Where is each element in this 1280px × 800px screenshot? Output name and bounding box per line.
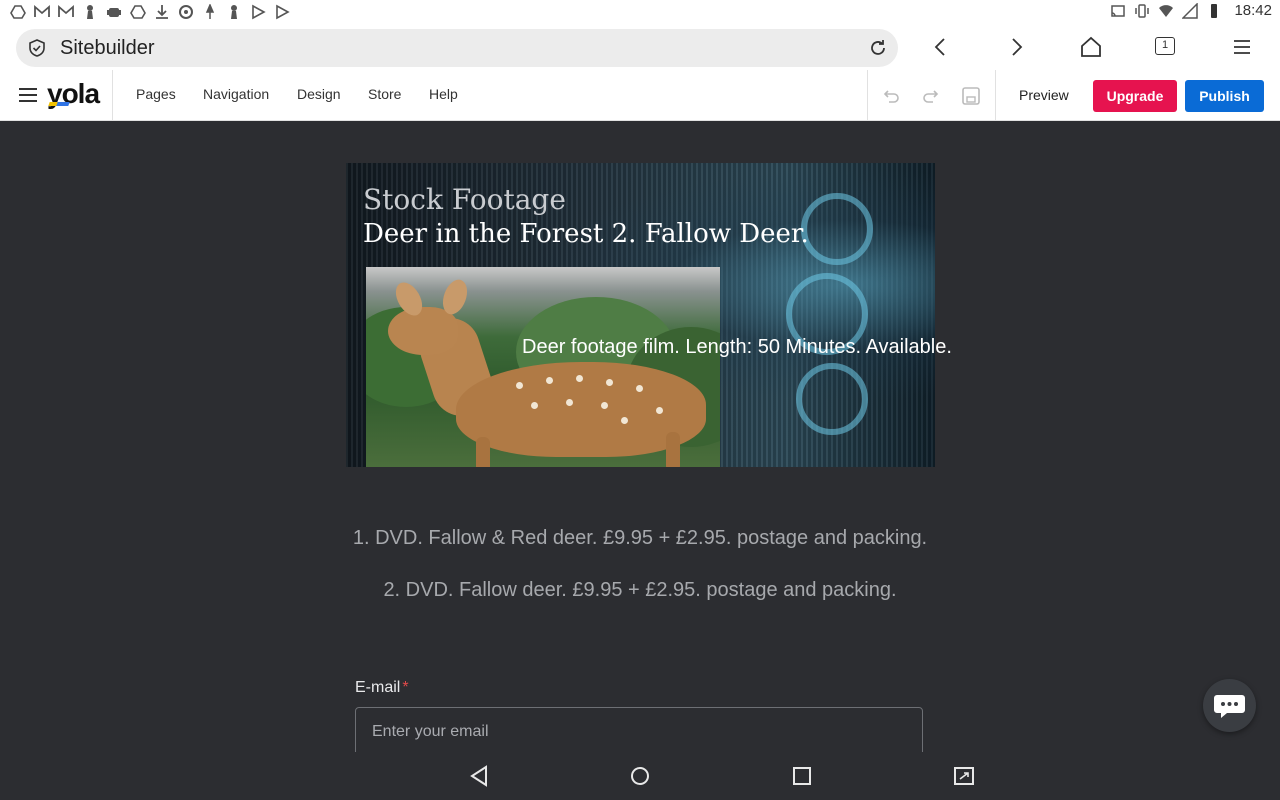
email-field[interactable] (355, 707, 923, 757)
tab-switcher-button[interactable]: 1 (1155, 37, 1175, 55)
browser-toolbar: Sitebuilder 1 (0, 24, 1280, 70)
drive-icon (10, 5, 26, 19)
banner-subtitle: Deer in the Forest 2. Fallow Deer. (363, 219, 809, 249)
banner-decoration (801, 193, 873, 265)
signal-icon (1182, 2, 1199, 19)
back-nav-icon[interactable] (468, 764, 490, 788)
deer-spot (566, 399, 573, 406)
address-bar[interactable]: Sitebuilder (16, 29, 898, 67)
deer-head (388, 307, 458, 355)
email-label-text: E-mail (355, 679, 401, 696)
status-bar: 18:42 (0, 0, 1280, 24)
system-nav-bar (0, 752, 1280, 800)
drive-icon (130, 5, 146, 19)
chess-pawn-icon (231, 5, 237, 19)
banner-title: Stock Footage (363, 183, 566, 216)
home-nav-icon[interactable] (629, 764, 651, 788)
chat-button[interactable] (1203, 679, 1256, 732)
shield-icon (29, 39, 45, 57)
banner-decoration (796, 363, 868, 435)
divider (867, 70, 868, 120)
menu-help[interactable]: Help (429, 86, 458, 102)
battery-icon (1211, 3, 1218, 18)
deer-spot (606, 379, 613, 386)
screen-rotate-icon[interactable] (953, 764, 975, 788)
notification-icons (10, 4, 290, 20)
required-marker: * (402, 679, 409, 696)
product-line-1: 1. DVD. Fallow & Red deer. £9.95 + £2.95… (352, 527, 928, 549)
download-icon (156, 5, 168, 19)
banner-caption: Deer footage film. Length: 50 Minutes. A… (522, 336, 952, 358)
logo-accent (56, 102, 70, 106)
product-line-2: 2. DVD. Fallow deer. £9.95 + £2.95. post… (383, 579, 897, 601)
android-icon (107, 8, 121, 17)
deer-spot (621, 417, 628, 424)
deer-spot (656, 407, 663, 414)
clock: 18:42 (1234, 2, 1272, 19)
recents-nav-icon[interactable] (791, 764, 813, 788)
deer-spot (601, 402, 608, 409)
deer-spot (531, 402, 538, 409)
reload-icon[interactable] (868, 38, 888, 58)
deer-spot (576, 375, 583, 382)
page-title: Sitebuilder (60, 37, 155, 59)
yola-logo[interactable]: yola (47, 78, 100, 110)
deer-leg (476, 437, 490, 467)
divider (112, 70, 113, 120)
deer-spot (516, 382, 523, 389)
deer-leg (666, 432, 680, 467)
preview-button[interactable]: Preview (1019, 87, 1069, 103)
menu-design[interactable]: Design (297, 86, 341, 102)
forward-icon[interactable] (1004, 35, 1028, 59)
deer-spot (636, 385, 643, 392)
system-icons: 18:42 (1110, 2, 1272, 19)
chess-pawn-icon (87, 5, 93, 19)
vibrate-icon (1135, 3, 1150, 18)
deer-photo (366, 267, 720, 467)
wifi-icon (1159, 4, 1174, 17)
menu-pages[interactable]: Pages (136, 86, 176, 102)
chat-icon (1214, 695, 1245, 718)
menu-navigation[interactable]: Navigation (203, 86, 269, 102)
back-icon[interactable] (929, 35, 953, 59)
editor-menu-icon[interactable] (18, 86, 38, 104)
pin-icon (205, 4, 215, 19)
gmail-icon (58, 5, 74, 17)
deer-spot (546, 377, 553, 384)
cast-icon (1111, 4, 1126, 17)
menu-store[interactable]: Store (368, 86, 401, 102)
browser-menu-icon[interactable] (1230, 35, 1254, 59)
redo-icon[interactable] (921, 86, 941, 106)
home-icon[interactable] (1079, 35, 1103, 59)
gmail-icon (34, 5, 50, 17)
save-icon[interactable] (961, 86, 981, 106)
email-label: E-mail * (355, 679, 409, 697)
banner-image[interactable]: Stock Footage Deer in the Forest 2. Fall… (346, 163, 935, 467)
play-store-icon (252, 4, 266, 20)
aperture-icon (179, 5, 193, 19)
publish-button[interactable]: Publish (1185, 80, 1264, 112)
undo-icon[interactable] (881, 86, 901, 106)
divider (995, 70, 996, 120)
upgrade-button[interactable]: Upgrade (1093, 80, 1177, 112)
editor-toolbar: yola Pages Navigation Design Store Help … (0, 70, 1280, 121)
play-store-icon (276, 4, 290, 20)
